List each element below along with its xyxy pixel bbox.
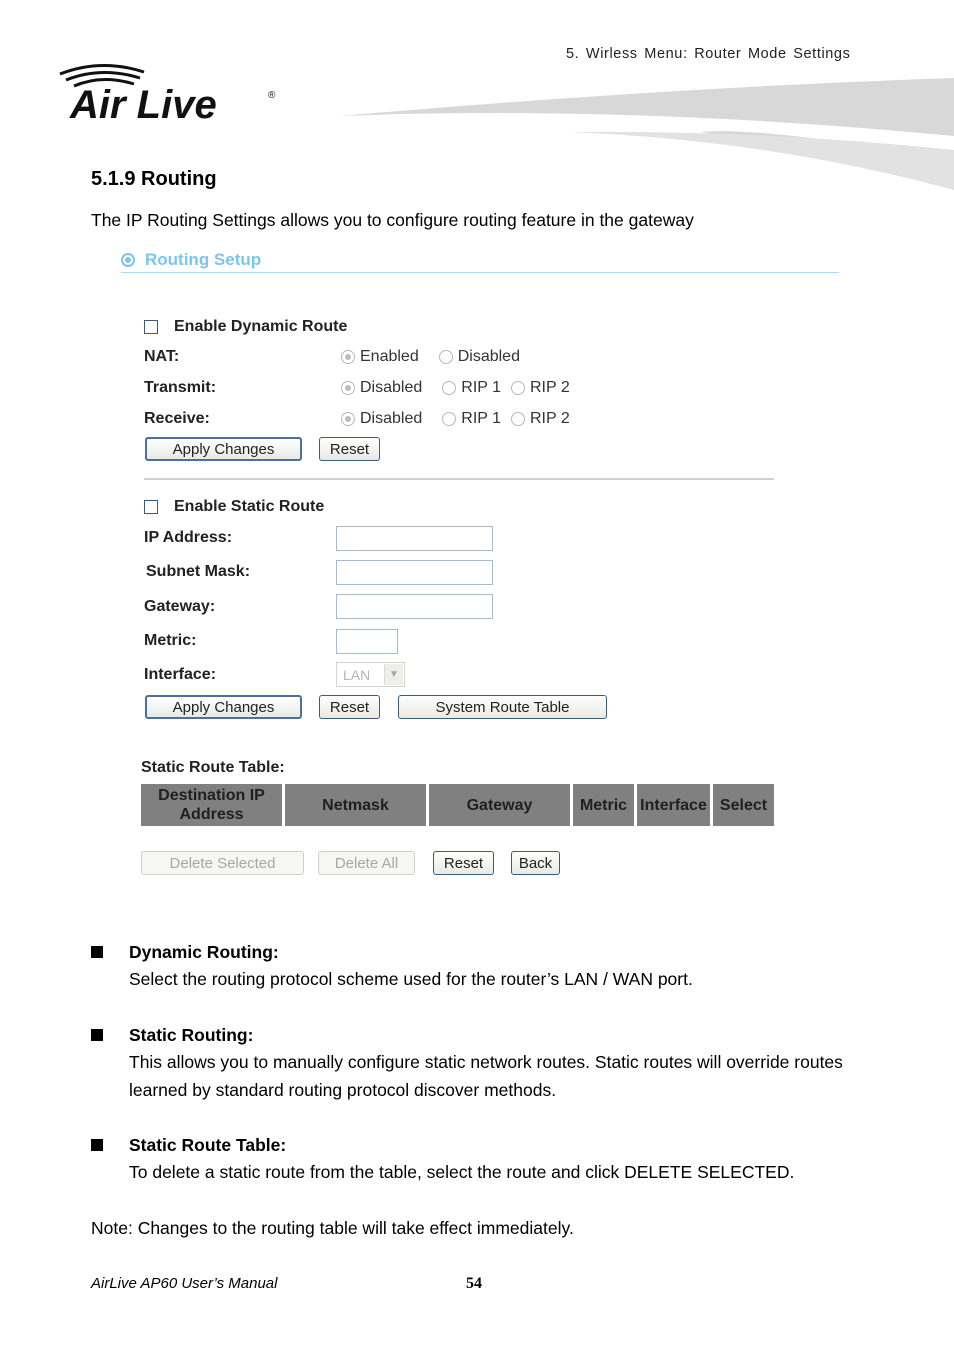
transmit-row: Transmit: [144,379,216,397]
routing-setup-screenshot: Routing Setup Enable Dynamic Route NAT: … [113,242,843,892]
nat-row: NAT: [144,348,179,366]
column-header-destination: Destination IP Address [141,784,282,826]
receive-rip1-label: RIP 1 [461,410,501,427]
airlive-logo: Air Live ® [59,64,276,126]
transmit-rip2-label: RIP 2 [530,379,570,396]
transmit-rip2-radio[interactable]: RIP 2 [511,379,570,397]
bullet-text-dynamic-routing: Select the routing protocol scheme used … [129,969,693,989]
bullet-heading-static-route-table: Static Route Table: [129,1135,287,1155]
section-divider [144,478,774,480]
radio-icon [442,412,457,426]
nat-enabled-label: Enabled [360,348,419,365]
nat-radio-group: Enabled Disabled [341,348,536,366]
bullet-square-icon [91,1139,103,1151]
receive-label: Receive: [144,410,210,427]
radio-icon [511,381,525,395]
enable-static-route-row: Enable Static Route [144,498,324,516]
column-header-netmask: Netmask [285,784,426,826]
receive-rip2-label: RIP 2 [530,410,570,427]
bullet-square-icon [91,1029,103,1041]
column-header-select: Select [713,784,774,826]
column-header-gateway: Gateway [429,784,570,826]
gateway-row: Gateway: [144,598,215,616]
ip-address-input[interactable] [336,526,493,551]
intro-paragraph: The IP Routing Settings allows you to co… [91,210,694,230]
footer-manual-name: AirLive AP60 User’s Manual [91,1275,278,1292]
bullet-square-icon [91,946,103,958]
bullet-text-static-route-table: To delete a static route from the table,… [129,1162,795,1182]
subnet-mask-input[interactable] [336,560,493,585]
transmit-disabled-label: Disabled [360,379,423,396]
static-apply-changes-button[interactable]: Apply Changes [145,695,302,719]
transmit-label: Transmit: [144,379,217,396]
column-header-metric: Metric [573,784,634,826]
subnet-mask-label: Subnet Mask: [146,563,251,580]
radio-icon [438,350,453,364]
running-header: 5. Wirless Menu: Router Mode Settings [566,46,851,62]
routing-setup-title: Routing Setup [145,250,262,269]
bullet-heading-dynamic-routing: Dynamic Routing: [129,942,279,962]
bullet-text-static-routing: This allows you to manually configure st… [129,1052,843,1100]
radio-selected-icon [341,381,355,395]
interface-label: Interface: [144,666,217,683]
radio-selected-icon [341,350,355,364]
gateway-label: Gateway: [144,598,216,615]
static-route-table: Destination IP Address Netmask Gateway Me… [141,784,774,826]
table-reset-button[interactable]: Reset [433,851,494,875]
metric-row: Metric: [144,632,196,650]
transmit-radio-group: Disabled RIP 1 RIP 2 [341,379,586,397]
gateway-input[interactable] [336,594,493,619]
receive-rip1-radio[interactable]: RIP 1 [442,410,501,428]
ip-address-row: IP Address: [144,529,232,547]
ip-address-label: IP Address: [144,529,233,546]
dynamic-apply-changes-button[interactable]: Apply Changes [145,437,302,461]
radio-icon [511,412,525,426]
note-paragraph: Note: Changes to the routing table will … [91,1218,574,1238]
nat-enabled-radio[interactable]: Enabled [341,348,419,366]
receive-disabled-radio[interactable]: Disabled [341,410,422,428]
receive-disabled-label: Disabled [360,410,423,427]
enable-dynamic-route-label: Enable Dynamic Route [174,318,348,335]
logo-text: Air Live [69,83,217,126]
nat-label: NAT: [144,348,180,365]
section-title: 5.1.9 Routing [91,168,217,190]
header-swoosh-decoration [340,78,954,190]
radio-icon [442,381,457,395]
radio-selected-icon [341,412,355,426]
enable-dynamic-route-checkbox[interactable] [144,320,158,334]
interface-select-value: LAN [343,666,371,683]
receive-row: Receive: [144,410,210,428]
back-button[interactable]: Back [511,851,560,875]
transmit-disabled-radio[interactable]: Disabled [341,379,422,397]
nat-disabled-label: Disabled [457,348,520,365]
page-number: 54 [466,1275,482,1292]
nat-disabled-radio[interactable]: Disabled [438,348,520,366]
enable-dynamic-route-row: Enable Dynamic Route [144,318,347,336]
routing-setup-header: Routing Setup [121,250,261,270]
transmit-rip1-label: RIP 1 [461,379,501,396]
enable-static-route-checkbox[interactable] [144,500,158,514]
interface-select[interactable]: LAN ▼ [336,662,405,687]
delete-all-button[interactable]: Delete All [318,851,415,875]
static-route-table-label: Static Route Table: [141,759,285,776]
transmit-rip1-radio[interactable]: RIP 1 [442,379,501,397]
receive-rip2-radio[interactable]: RIP 2 [511,410,570,428]
interface-row: Interface: [144,666,216,684]
chevron-down-icon: ▼ [384,664,403,685]
bullet-heading-static-routing: Static Routing: [129,1025,254,1045]
dynamic-reset-button[interactable]: Reset [319,437,380,461]
metric-label: Metric: [144,632,197,649]
static-reset-button[interactable]: Reset [319,695,380,719]
metric-input[interactable] [336,629,398,654]
title-underline [121,272,839,273]
delete-selected-button[interactable]: Delete Selected [141,851,304,875]
subnet-mask-row: Subnet Mask: [146,563,250,581]
target-bullet-icon [121,253,135,267]
enable-static-route-label: Enable Static Route [174,498,325,515]
column-header-interface: Interface [637,784,710,826]
receive-radio-group: Disabled RIP 1 RIP 2 [341,410,586,428]
system-route-table-button[interactable]: System Route Table [398,695,607,719]
registered-mark: ® [268,90,276,101]
